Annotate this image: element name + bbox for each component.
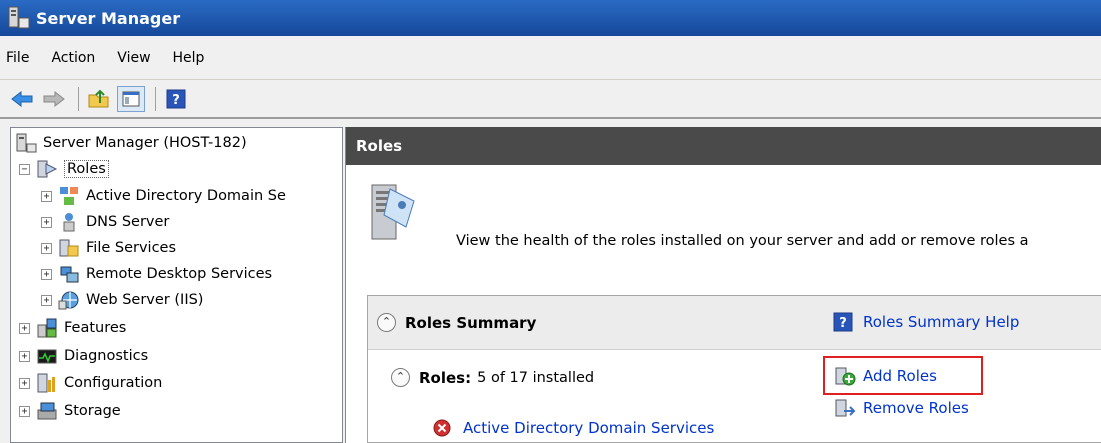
- tree-label: File Services: [86, 240, 177, 256]
- file-services-icon: [58, 237, 80, 259]
- help-icon: ?: [166, 89, 186, 109]
- add-roles-action[interactable]: Add Roles: [834, 365, 937, 387]
- roles-summary-title: Roles Summary: [405, 313, 537, 332]
- tree-label: Diagnostics: [64, 348, 149, 364]
- tree-item-web-server[interactable]: + Web Server (IIS): [41, 287, 203, 313]
- storage-icon: [36, 400, 58, 422]
- add-roles-link[interactable]: Add Roles: [863, 367, 937, 385]
- console-tree: Server Manager (HOST-182) − Roles + Acti…: [10, 127, 343, 443]
- forward-arrow-icon: [43, 90, 65, 108]
- description-area: View the health of the roles installed o…: [346, 165, 1101, 443]
- web-server-icon: [58, 289, 80, 311]
- dns-server-icon: [58, 211, 80, 233]
- tree-item-server-manager[interactable]: Server Manager (HOST-182): [15, 130, 247, 156]
- back-button[interactable]: [8, 86, 36, 112]
- help-button[interactable]: ?: [162, 86, 190, 112]
- toolbar-separator: [155, 87, 156, 111]
- expand-toggle[interactable]: +: [41, 242, 52, 254]
- console-tree-icon: [122, 91, 140, 107]
- tree-item-features[interactable]: + Features: [19, 315, 126, 341]
- expand-toggle[interactable]: +: [41, 216, 52, 228]
- expand-toggle[interactable]: +: [41, 190, 52, 202]
- remote-desktop-icon: [58, 263, 80, 285]
- show-hide-console-tree-button[interactable]: [117, 86, 145, 112]
- role-row[interactable]: Active Directory Domain Services: [433, 419, 714, 437]
- tree-label: Remote Desktop Services: [86, 266, 273, 282]
- collapse-roles-button[interactable]: ⌃: [391, 368, 410, 387]
- toolbar: ?: [0, 81, 1101, 119]
- tree-item-diagnostics[interactable]: + Diagnostics: [19, 343, 148, 369]
- roles-summary-panel: ⌃ Roles Summary ? Roles Summary Help ⌃ R…: [367, 295, 1101, 443]
- tree-item-configuration[interactable]: + Configuration: [19, 370, 162, 396]
- tree-label: Storage: [64, 403, 121, 419]
- menu-view[interactable]: View: [117, 50, 150, 66]
- tree-item-dns-server[interactable]: + DNS Server: [41, 209, 169, 235]
- svg-text:?: ?: [172, 93, 180, 108]
- remove-roles-icon: [835, 399, 856, 417]
- menu-action[interactable]: Action: [51, 50, 95, 66]
- add-roles-icon: [835, 367, 856, 386]
- roles-banner-icon: [370, 179, 418, 247]
- expand-toggle[interactable]: +: [19, 377, 30, 389]
- expand-toggle[interactable]: +: [19, 350, 30, 362]
- svg-text:?: ?: [839, 316, 847, 331]
- roles-label: Roles:: [419, 368, 472, 387]
- tree-item-remote-desktop[interactable]: + Remote Desktop Services: [41, 261, 272, 287]
- collapse-toggle[interactable]: −: [19, 163, 30, 175]
- expand-toggle[interactable]: +: [41, 294, 52, 306]
- tree-item-roles[interactable]: − Roles: [19, 156, 109, 182]
- remove-roles-action[interactable]: Remove Roles: [834, 397, 969, 419]
- collapse-summary-button[interactable]: ⌃: [377, 313, 396, 332]
- configuration-icon: [36, 372, 58, 394]
- tree-label: Web Server (IIS): [86, 292, 204, 308]
- error-icon: [433, 419, 451, 437]
- content-header: Roles: [346, 127, 1101, 165]
- expand-toggle[interactable]: +: [41, 268, 52, 280]
- menu-help[interactable]: Help: [173, 50, 205, 66]
- role-link-active-directory[interactable]: Active Directory Domain Services: [463, 419, 714, 437]
- tree-label: Active Directory Domain Se: [86, 188, 286, 204]
- remove-roles-link[interactable]: Remove Roles: [863, 399, 969, 417]
- toolbar-separator: [78, 87, 79, 111]
- back-arrow-icon: [11, 90, 33, 108]
- features-icon: [36, 317, 58, 339]
- menu-file[interactable]: File: [6, 50, 29, 66]
- tree-item-storage[interactable]: + Storage: [19, 398, 121, 424]
- tree-label: Configuration: [64, 375, 163, 391]
- roles-summary-help-link[interactable]: Roles Summary Help: [863, 313, 1019, 331]
- help-icon: ?: [833, 312, 853, 332]
- server-icon: [15, 132, 37, 154]
- tree-item-active-directory[interactable]: + Active Directory Domain Se: [41, 183, 286, 209]
- up-folder-button[interactable]: [85, 86, 113, 112]
- description-text: View the health of the roles installed o…: [456, 233, 1029, 249]
- tree-label: Server Manager (HOST-182): [43, 135, 247, 151]
- active-directory-icon: [58, 185, 80, 207]
- window-title: Server Manager: [36, 8, 181, 28]
- roles-count-row: ⌃ Roles: 5 of 17 installed: [391, 368, 594, 387]
- tree-label: Features: [64, 320, 127, 336]
- menu-bar: File Action View Help: [0, 36, 1101, 80]
- expand-toggle[interactable]: +: [19, 405, 30, 417]
- forward-button[interactable]: [40, 86, 68, 112]
- roles-icon: [36, 158, 58, 180]
- tree-label: DNS Server: [86, 214, 170, 230]
- roles-count: 5 of 17 installed: [477, 369, 595, 386]
- title-bar: Server Manager: [0, 0, 1101, 36]
- tree-item-file-services[interactable]: + File Services: [41, 235, 176, 261]
- roles-summary-header: ⌃ Roles Summary ? Roles Summary Help: [368, 296, 1101, 350]
- server-manager-icon: [8, 6, 30, 30]
- diagnostics-icon: [36, 345, 58, 367]
- content-title: Roles: [356, 137, 403, 155]
- folder-up-icon: [88, 89, 109, 108]
- tree-label: Roles: [64, 160, 109, 178]
- expand-toggle[interactable]: +: [19, 322, 30, 334]
- content-pane: Roles View the health of the roles insta…: [345, 127, 1101, 443]
